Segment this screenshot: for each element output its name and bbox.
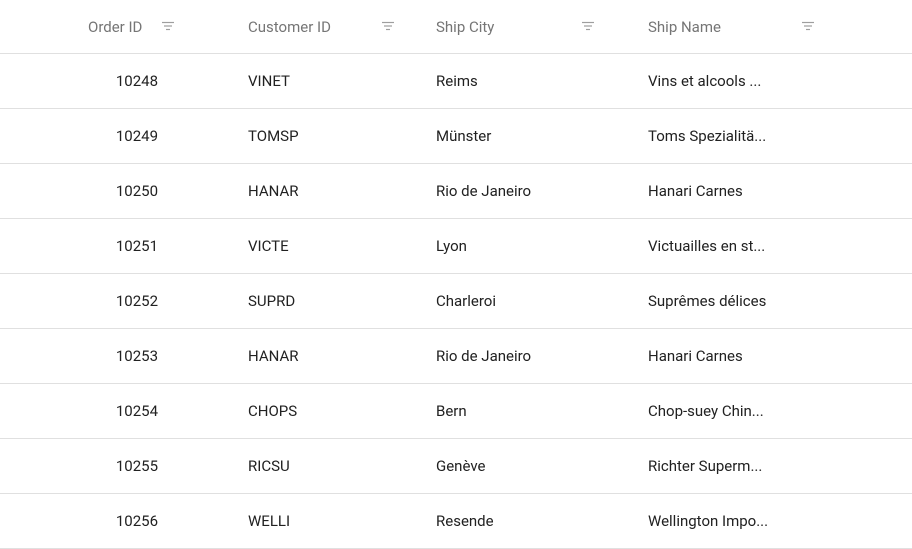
cell-customer-id: VINET xyxy=(200,72,420,90)
cell-customer-id: SUPRD xyxy=(200,292,420,310)
column-header-order-id[interactable]: Order ID xyxy=(0,18,200,36)
cell-customer-id: VICTE xyxy=(200,237,420,255)
column-header-ship-city[interactable]: Ship City xyxy=(420,18,620,36)
table-row[interactable]: 10253HANARRio de JaneiroHanari Carnes xyxy=(0,329,912,384)
cell-order-id: 10256 xyxy=(0,512,200,530)
column-label: Customer ID xyxy=(248,18,331,36)
cell-ship-name: Hanari Carnes xyxy=(620,182,840,200)
column-label: Ship Name xyxy=(648,18,721,36)
filter-icon[interactable] xyxy=(160,19,176,35)
filter-icon[interactable] xyxy=(380,19,396,35)
cell-ship-city: Rio de Janeiro xyxy=(420,182,620,200)
table-row[interactable]: 10252SUPRDCharleroiSuprêmes délices xyxy=(0,274,912,329)
cell-ship-city: Charleroi xyxy=(420,292,620,310)
cell-ship-city: Münster xyxy=(420,127,620,145)
table-body: 10248VINETReimsVins et alcools ...10249T… xyxy=(0,54,912,549)
table-row[interactable]: 10250HANARRio de JaneiroHanari Carnes xyxy=(0,164,912,219)
cell-order-id: 10248 xyxy=(0,72,200,90)
table-row[interactable]: 10249TOMSPMünsterToms Spezialitä... xyxy=(0,109,912,164)
cell-customer-id: TOMSP xyxy=(200,127,420,145)
cell-order-id: 10251 xyxy=(0,237,200,255)
cell-order-id: 10254 xyxy=(0,402,200,420)
cell-order-id: 10250 xyxy=(0,182,200,200)
cell-ship-name: Chop-suey Chin... xyxy=(620,402,840,420)
cell-ship-name: Richter Superm... xyxy=(620,457,840,475)
column-label: Order ID xyxy=(88,18,148,36)
cell-ship-name: Wellington Impo... xyxy=(620,512,840,530)
cell-ship-city: Bern xyxy=(420,402,620,420)
filter-icon[interactable] xyxy=(800,19,816,35)
cell-customer-id: WELLI xyxy=(200,512,420,530)
table-row[interactable]: 10256WELLIResendeWellington Impo... xyxy=(0,494,912,549)
cell-ship-name: Suprêmes délices xyxy=(620,292,840,310)
cell-ship-city: Lyon xyxy=(420,237,620,255)
table-row[interactable]: 10255RICSUGenèveRichter Superm... xyxy=(0,439,912,494)
cell-customer-id: RICSU xyxy=(200,457,420,475)
table-row[interactable]: 10251VICTELyonVictuailles en st... xyxy=(0,219,912,274)
cell-order-id: 10249 xyxy=(0,127,200,145)
cell-ship-name: Toms Spezialitä... xyxy=(620,127,840,145)
table-row[interactable]: 10254CHOPSBernChop-suey Chin... xyxy=(0,384,912,439)
cell-ship-name: Hanari Carnes xyxy=(620,347,840,365)
cell-order-id: 10253 xyxy=(0,347,200,365)
filter-icon[interactable] xyxy=(580,19,596,35)
cell-ship-city: Resende xyxy=(420,512,620,530)
cell-ship-name: Vins et alcools ... xyxy=(620,72,840,90)
column-header-ship-name[interactable]: Ship Name xyxy=(620,18,840,36)
cell-ship-city: Reims xyxy=(420,72,620,90)
cell-ship-city: Genève xyxy=(420,457,620,475)
cell-order-id: 10255 xyxy=(0,457,200,475)
table-row[interactable]: 10248VINETReimsVins et alcools ... xyxy=(0,54,912,109)
cell-ship-city: Rio de Janeiro xyxy=(420,347,620,365)
column-label: Ship City xyxy=(436,18,494,36)
cell-customer-id: HANAR xyxy=(200,347,420,365)
column-header-customer-id[interactable]: Customer ID xyxy=(200,18,420,36)
cell-ship-name: Victuailles en st... xyxy=(620,237,840,255)
table-header-row: Order ID Customer ID Ship City Ship Name xyxy=(0,0,912,54)
cell-order-id: 10252 xyxy=(0,292,200,310)
cell-customer-id: CHOPS xyxy=(200,402,420,420)
data-grid: Order ID Customer ID Ship City Ship Name… xyxy=(0,0,912,549)
cell-customer-id: HANAR xyxy=(200,182,420,200)
